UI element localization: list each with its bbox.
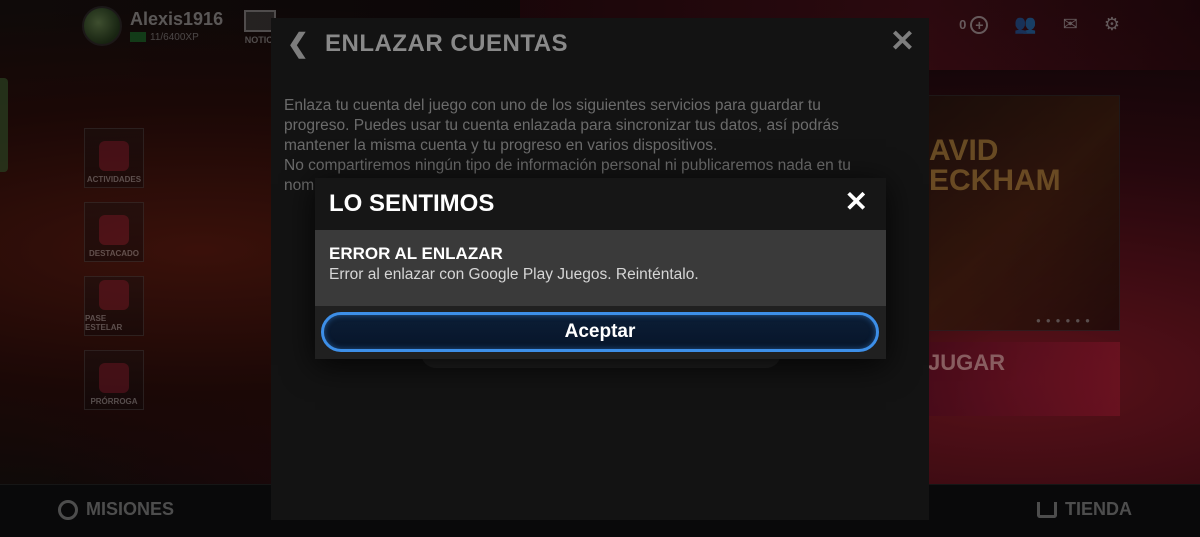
dialog-footer: Aceptar <box>315 306 886 359</box>
error-title: ERROR AL ENLAZAR <box>329 244 503 263</box>
dialog-title: LO SENTIMOS <box>329 190 495 217</box>
dialog-body: ERROR AL ENLAZAR Error al enlazar con Go… <box>315 230 886 306</box>
dialog-header: LO SENTIMOS ✕ <box>315 178 886 230</box>
error-dialog: LO SENTIMOS ✕ ERROR AL ENLAZAR Error al … <box>315 178 886 359</box>
error-message: Error al enlazar con Google Play Juegos.… <box>329 266 699 283</box>
dialog-close-icon[interactable]: ✕ <box>845 188 868 216</box>
accept-button[interactable]: Aceptar <box>321 312 879 352</box>
